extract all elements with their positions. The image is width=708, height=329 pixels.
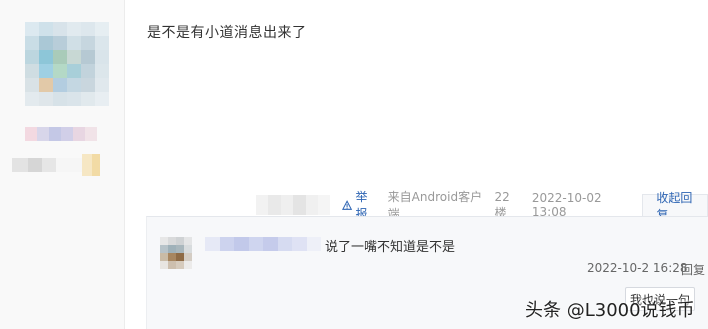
- sub-reply-content: 说了一嘴不知道是不是: [325, 240, 456, 255]
- user-level-badge-blurred: [12, 152, 100, 178]
- post-time: 2022-10-02 13:08: [531, 191, 602, 219]
- collapse-replies-button[interactable]: 收起回复: [642, 191, 708, 222]
- sub-reply-time: 2022-10-2 16:28: [587, 261, 688, 275]
- sub-reply-avatar[interactable]: [160, 237, 192, 269]
- warning-triangle-icon: [342, 199, 353, 210]
- sub-reply-username-blurred[interactable]: [205, 237, 321, 251]
- user-avatar[interactable]: [25, 22, 109, 106]
- sub-reply-button[interactable]: 回复: [681, 261, 705, 278]
- post-content: 是不是有小道消息出来了: [147, 25, 307, 41]
- post-tail: 举报 来自Android客户端 22楼 2022-10-02 13:08 收起回…: [256, 190, 708, 222]
- blurred-region: [256, 195, 331, 215]
- username-blurred[interactable]: [25, 127, 97, 141]
- watermark-text: 头条 @L3000说钱币: [525, 300, 695, 321]
- user-info-sidebar: [0, 0, 125, 329]
